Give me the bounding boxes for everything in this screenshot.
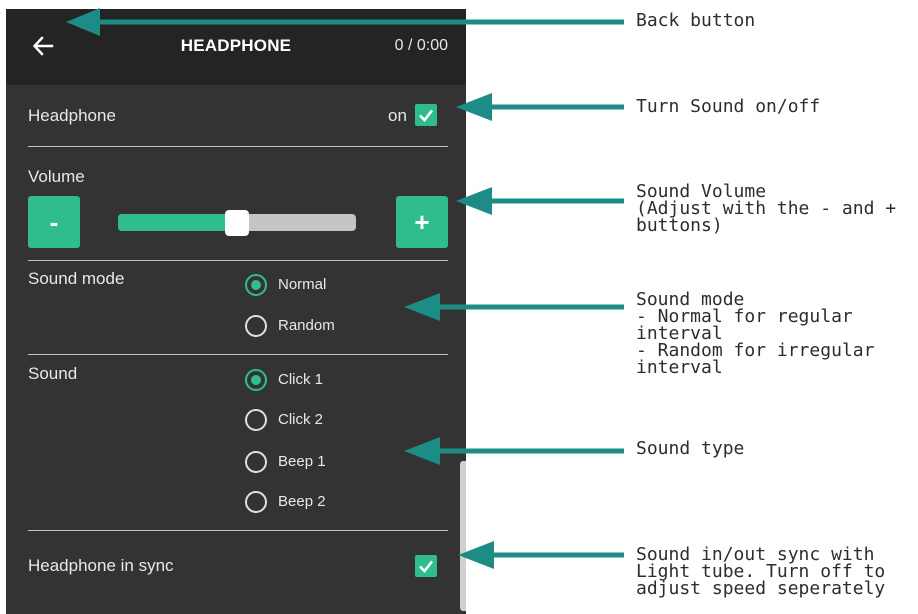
callout-line: buttons) <box>636 215 723 236</box>
callout-sound-type: Sound type <box>636 438 745 459</box>
callout-sync: Sound in/out sync with Light tube. Turn … <box>636 546 886 599</box>
callout-line: interval <box>636 357 723 378</box>
callout-line: Sound type <box>636 438 745 459</box>
callout-line: adjust speed seperately <box>636 578 886 599</box>
callout-line: Back button <box>636 10 756 31</box>
callout-sound-mode: Sound mode - Normal for regular interval… <box>636 291 874 378</box>
callout-sound-toggle: Turn Sound on/off <box>636 96 821 117</box>
callout-line: Turn Sound on/off <box>636 96 821 117</box>
callout-volume: Sound Volume (Adjust with the - and + bu… <box>636 183 896 236</box>
callout-back-button: Back button <box>636 10 756 31</box>
